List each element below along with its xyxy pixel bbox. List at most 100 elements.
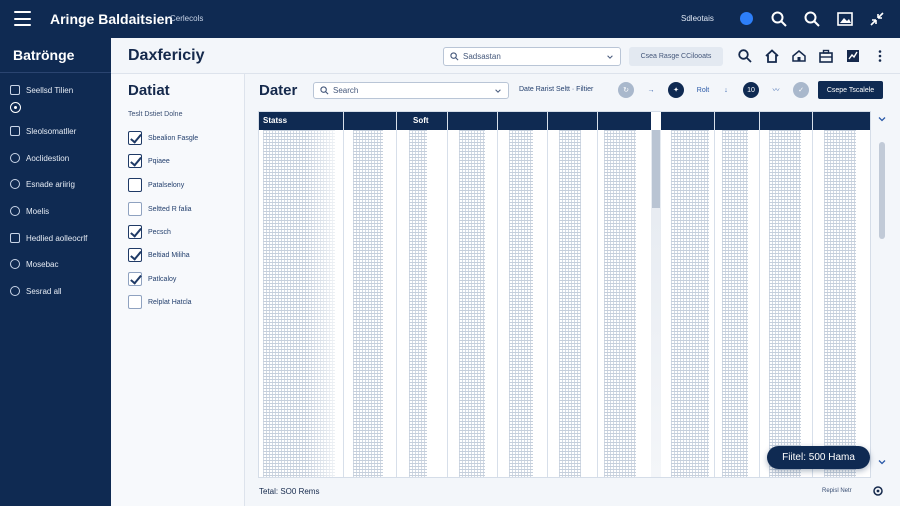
search-icon[interactable] [737,48,753,64]
home-icon[interactable] [764,48,780,64]
filter-checkbox-3[interactable]: Patalselony [128,177,184,193]
sidebar-item-4[interactable]: Esnade ariirig [10,177,75,191]
filter-checkbox-7[interactable]: Patlcaloy [128,271,176,287]
count-badge-icon[interactable]: 10 [743,82,759,98]
folder-icon [10,233,20,243]
sidebar-divider [0,72,111,73]
filter-label: Sbealion Fasgle [148,134,199,142]
grid-header: Statss Soft [259,112,870,130]
grid-column-fill [722,130,748,477]
date-range-pill[interactable]: Csea Rasge CCilooats [629,47,723,66]
navigation-icon[interactable]: ✦ [668,82,684,98]
filter-checkbox-5[interactable]: Pecsch [128,224,171,240]
checkbox[interactable] [128,295,142,309]
column-divider [343,112,344,477]
sidebar-item-2[interactable]: Sleolsomatller [10,124,76,138]
sidebar-item-3[interactable]: Aoclidestion [10,151,69,165]
column-header-status[interactable]: Statss [263,116,287,125]
filter-checkbox-1[interactable]: Sbealion Fasgle [128,130,198,146]
column-divider [447,112,448,477]
checkbox[interactable] [128,131,142,145]
wave-icon[interactable]: 〰 [768,82,784,98]
edit-icon[interactable]: Rolt [693,82,713,98]
sidebar-item-8[interactable]: Sesrad all [10,284,62,298]
search-icon[interactable] [803,10,821,28]
app-title: Aringe Baldaitsien [50,11,173,27]
grid-column-fill [509,130,533,477]
data-grid[interactable]: Statss Soft [258,111,871,478]
grid-column-fill [263,130,335,477]
checkbox[interactable] [128,202,142,216]
check-icon[interactable]: ✓ [793,82,809,98]
filter-checkbox-4[interactable]: Seltted R falia [128,201,192,217]
brand-title: Batrönge [13,47,75,63]
header-search-select[interactable]: Sadsastan [443,47,621,66]
checkbox[interactable] [128,178,142,192]
grid-column-fill [459,130,485,477]
briefcase-icon[interactable] [818,48,834,64]
footer-link[interactable]: Repisl Netr [822,488,852,494]
column-divider [497,112,498,477]
sidebar-item-label: Sesrad all [26,286,62,296]
checkbox[interactable] [128,272,142,286]
sidebar-item-5[interactable]: Moelis [10,204,49,218]
sidebar-item-label: Aoclidestion [26,153,70,163]
chevron-down-icon [607,54,613,59]
chevron-down-icon[interactable] [877,457,887,467]
search-placeholder: Search [333,86,359,95]
sidebar-item-label: Hedlied aolleocrlf [26,233,88,243]
link-icon [10,179,20,189]
filter-checkbox-8[interactable]: Relplat Hatcla [128,294,192,310]
globe-icon [10,286,20,296]
vertical-scrollbar[interactable] [879,142,885,239]
breadcrumb[interactable]: Cerlecols [170,14,203,23]
inner-scrollbar[interactable] [651,130,661,477]
menu-icon[interactable] [14,11,31,26]
chevron-down-icon[interactable] [877,114,887,124]
checkbox[interactable] [128,225,142,239]
filter-checkbox-2[interactable]: Pqiaee [128,153,170,169]
sidebar-item-1[interactable]: Seellsd Tilien [10,83,73,97]
filter-label: Patalselony [148,181,185,189]
data-search-input[interactable]: Search [313,82,509,99]
chart-icon[interactable] [845,48,861,64]
search-icon [320,86,329,95]
search-icon[interactable] [770,10,788,28]
status-label: Sdleotais [681,14,714,23]
create-table-button[interactable]: Csepe Tscalele [818,81,883,99]
more-vertical-icon[interactable] [872,48,888,64]
filter-label: Patlcaloy [148,275,177,283]
column-divider [597,112,598,477]
grid-column-fill [769,130,801,477]
column-header-sort[interactable]: Soft [413,116,429,125]
house-outline-icon[interactable] [791,48,807,64]
settings-icon[interactable] [872,485,884,497]
sort-filter-label[interactable]: Date Rarist Seltt · Filtier [519,86,593,93]
filter-panel: Datiat Teslt Dstiet Dolne Sbealion Fasgl… [111,74,245,506]
notification-dot-icon[interactable] [740,12,753,25]
grid-column-fill [353,130,383,477]
filter-title: Datiat [128,82,170,99]
checkbox[interactable] [128,248,142,262]
filter-checkbox-6[interactable]: Beltiad Miliha [128,247,190,263]
sidebar-item-7[interactable]: Mosebac [10,257,58,271]
search-icon [450,52,459,61]
flow-icon[interactable]: → [643,82,659,98]
column-divider [714,112,715,477]
sidebar-item-6[interactable]: Hedlied aolleocrlf [10,231,87,245]
image-icon[interactable] [836,10,854,28]
inner-scrollbar-thumb[interactable] [652,130,660,208]
settings-icon [10,85,20,95]
refresh-icon[interactable]: ↻ [618,82,634,98]
column-divider [547,112,548,477]
sidebar: Batrönge Seellsd Tilien Sleolsomatller A… [0,38,111,506]
arrow-down-icon[interactable]: ↓ [718,82,734,98]
main-content: Dater Search Date Rarist Seltt · Filtier… [245,74,900,506]
sidebar-item-label: Mosebac [26,259,59,269]
checkbox[interactable] [128,154,142,168]
filter-label: Pecsch [148,228,171,236]
section-title: Dater [259,82,298,99]
toggle-icon[interactable] [10,102,21,113]
filter-label: Beltiad Miliha [148,251,190,259]
collapse-icon[interactable] [868,10,886,28]
